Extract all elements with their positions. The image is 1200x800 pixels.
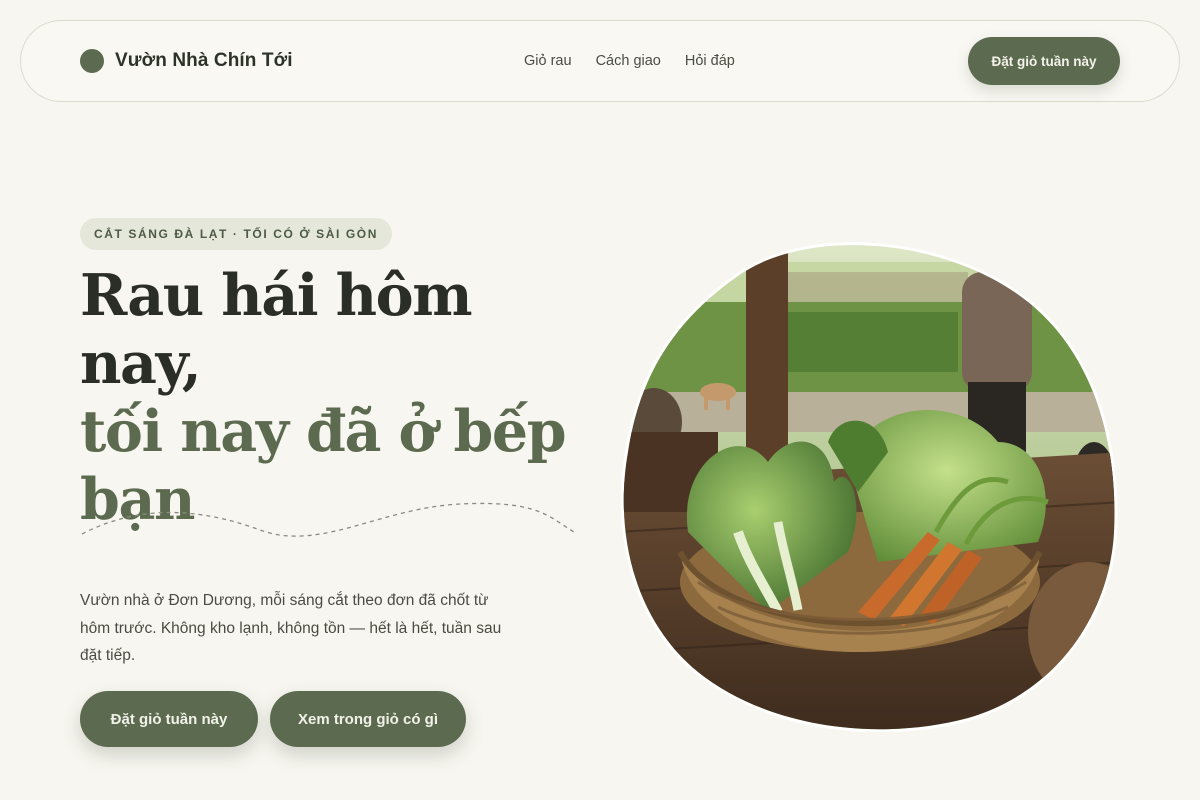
hero-description: Vườn nhà ở Đơn Dương, mỗi sáng cắt theo … (80, 592, 502, 664)
wavy-divider (81, 502, 575, 537)
hero-headline: Rau hái hôm nay, tối nay đã ở bếp bạn (80, 262, 600, 534)
landing-page: Vườn Nhà Chín Tới Giỏ rau Cách giao Hỏi … (0, 0, 1200, 800)
brand-name: Vườn Nhà Chín Tới (115, 50, 293, 71)
nav-links: Giỏ rau Cách giao Hỏi đáp (524, 21, 735, 101)
headline-line-1: Rau hái hôm nay, (80, 262, 473, 397)
nav-link-cach-giao[interactable]: Cách giao (596, 53, 661, 69)
eyebrow-badge: CẮT SÁNG ĐÀ LẠT · TỐI CÓ Ở SÀI GÒN (80, 218, 392, 250)
brand[interactable]: Vườn Nhà Chín Tới (80, 49, 293, 73)
view-basket-button[interactable]: Xem trong giỏ có gì (270, 691, 466, 747)
brand-dot-icon (80, 49, 104, 73)
nav-link-gio-rau[interactable]: Giỏ rau (524, 53, 572, 69)
top-nav: Vườn Nhà Chín Tới Giỏ rau Cách giao Hỏi … (20, 20, 1180, 102)
hero-vegetable-basket-image (620, 242, 1118, 732)
order-basket-button[interactable]: Đặt giỏ tuần này (80, 691, 258, 747)
nav-link-hoi-dap[interactable]: Hỏi đáp (685, 53, 735, 69)
nav-order-button[interactable]: Đặt giỏ tuần này (968, 37, 1120, 85)
